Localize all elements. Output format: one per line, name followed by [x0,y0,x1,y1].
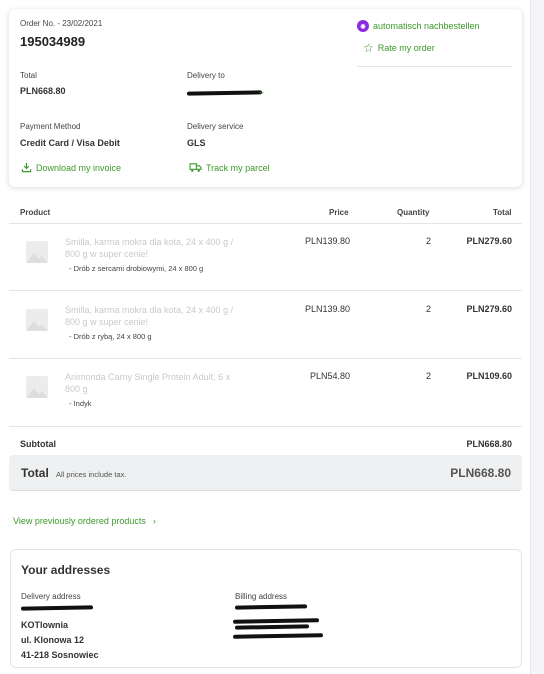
redacted-line [234,624,310,630]
redacted-name [234,604,308,610]
divider [9,358,522,359]
grand-total-bar: Total All prices include tax. PLN668.80 [9,455,522,491]
redacted-name [186,90,263,96]
row-quantity: 2 [425,236,431,246]
product-name-link[interactable]: Animonda Carny Single Protein Adult, 6 x… [65,371,235,395]
redacted-name [20,605,94,611]
reorder-link[interactable]: ◉ automatisch nachbestellen [357,20,480,32]
delivery-service-label: Delivery service [187,122,244,131]
row-total: PLN109.60 [466,371,512,381]
download-invoice-link[interactable]: Download my invoice [21,162,121,173]
divider [9,290,522,291]
subtotal-value: PLN668.80 [466,439,512,449]
download-invoice-label: Download my invoice [36,162,122,173]
divider [9,426,522,427]
delivery-address-lines: KOTlownia ul. Klonowa 12 41-218 Sosnowie… [21,618,99,663]
divider [9,223,522,224]
delivery-service-value: GLS [187,138,206,148]
address-line: KOTlownia [21,620,68,630]
total-value: PLN668.80 [20,86,66,96]
addresses-card: Your addresses Delivery address KOTlowni… [10,549,522,668]
previous-products-link[interactable]: View previously ordered products › [13,516,156,526]
row-price: PLN54.80 [309,371,350,381]
image-placeholder-icon [26,253,48,263]
star-outline-icon: ☆ [363,41,374,55]
divider [357,66,512,67]
order-detail-page: Order No. - 23/02/2021 195034989 ◉ autom… [0,0,530,674]
grand-total-value: PLN668.80 [450,466,511,480]
previous-products-label: View previously ordered products [13,516,146,526]
image-placeholder-icon [26,321,48,331]
chevron-right-icon: › [152,516,156,526]
redacted-line [232,633,324,639]
reorder-label: automatisch nachbestellen [373,21,480,31]
truck-icon [189,163,202,172]
total-label: Total [20,71,37,80]
product-image-placeholder[interactable] [26,309,48,331]
track-parcel-label: Track my parcel [206,162,270,173]
row-quantity: 2 [425,304,431,314]
billing-address-label: Billing address [235,592,288,601]
download-icon [21,162,32,173]
rate-order-label: Rate my order [377,43,435,53]
product-image-placeholder[interactable] [26,241,48,263]
address-line: 41-218 Sosnowiec [21,650,99,660]
delivery-address-label: Delivery address [21,592,81,601]
product-name-link[interactable]: Smilla, karma mokra dla kota, 24 x 400 g… [65,236,235,260]
tax-note: All prices include tax. [56,470,127,479]
column-header-quantity: Quantity [397,208,430,217]
subtotal-label: Subtotal [20,439,56,449]
order-summary-card: Order No. - 23/02/2021 195034989 ◉ autom… [9,9,522,187]
product-variant: - Drób z sercami drobiowymi, 24 x 800 g [69,264,204,273]
addresses-title: Your addresses [21,563,111,577]
payment-method-value: Credit Card / Visa Debit [20,138,120,148]
order-id: 195034989 [20,34,86,49]
chevron-down-icon[interactable]: ⌄ [258,86,266,97]
product-variant: - Indyk [69,399,92,408]
page-gutter [530,0,544,674]
reorder-badge-icon: ◉ [357,20,369,32]
delivery-to-label: Delivery to [187,71,225,80]
column-header-price: Price [329,208,349,217]
rate-order-link[interactable]: ☆ Rate my order [363,41,435,55]
payment-method-label: Payment Method [20,122,81,131]
grand-total-label: Total [21,466,49,480]
column-header-product: Product [20,208,51,217]
row-total: PLN279.60 [466,304,512,314]
product-variant: - Drób z rybą, 24 x 800 g [69,332,152,341]
row-price: PLN139.80 [304,236,350,246]
row-quantity: 2 [425,371,431,381]
image-placeholder-icon [26,388,48,398]
order-number-label: Order No. - 23/02/2021 [20,19,103,28]
redacted-line [232,618,320,624]
track-parcel-link[interactable]: Track my parcel [189,162,270,173]
row-total: PLN279.60 [466,236,512,246]
row-price: PLN139.80 [304,304,350,314]
product-name-link[interactable]: Smilla, karma mokra dla kota, 24 x 400 g… [65,304,235,328]
address-line: ul. Klonowa 12 [21,635,85,645]
product-image-placeholder[interactable] [26,376,48,398]
column-header-total: Total [493,208,512,217]
